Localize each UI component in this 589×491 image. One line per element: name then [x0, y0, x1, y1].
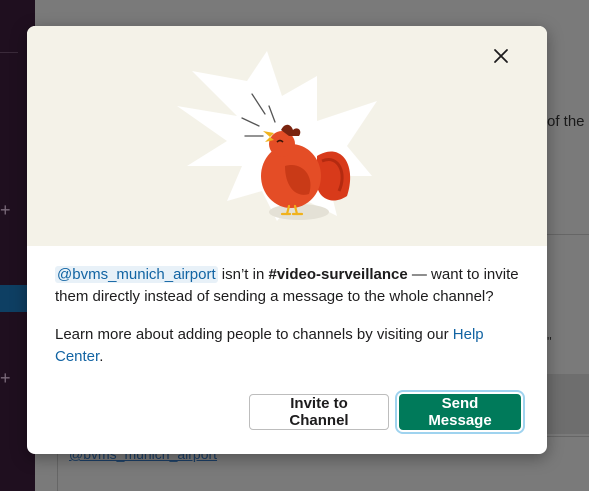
add-icon: +	[0, 368, 11, 388]
dialog-body: @bvms_munich_airport isn’t in #video-sur…	[55, 264, 525, 384]
background-text: of the	[547, 113, 585, 130]
learn-more-label: Learn more about adding people to channe…	[55, 326, 453, 343]
invite-dialog: @bvms_munich_airport isn’t in #video-sur…	[27, 26, 547, 454]
learn-more-text: Learn more about adding people to channe…	[55, 324, 525, 368]
dialog-hero	[27, 26, 547, 246]
invite-to-channel-button[interactable]: Invite to Channel	[249, 394, 389, 430]
message-text: isn’t in	[217, 266, 269, 283]
close-button[interactable]	[493, 48, 525, 80]
send-message-button[interactable]: Send Message	[399, 394, 521, 430]
user-mention[interactable]: @bvms_munich_airport	[55, 266, 218, 283]
background-band	[547, 374, 589, 434]
sidebar-active-item	[0, 285, 28, 312]
dialog-footer: Invite to Channel Send Message	[249, 394, 521, 430]
rooster-illustration	[177, 51, 377, 221]
channel-name: #video-surveillance	[268, 266, 408, 283]
background-divider	[547, 234, 589, 235]
background-quote: "	[547, 334, 552, 349]
invite-message: @bvms_munich_airport isn’t in #video-sur…	[55, 264, 525, 308]
close-icon	[494, 49, 508, 63]
learn-more-end: .	[99, 348, 104, 365]
add-icon: +	[0, 200, 11, 220]
sidebar-divider	[0, 52, 18, 53]
